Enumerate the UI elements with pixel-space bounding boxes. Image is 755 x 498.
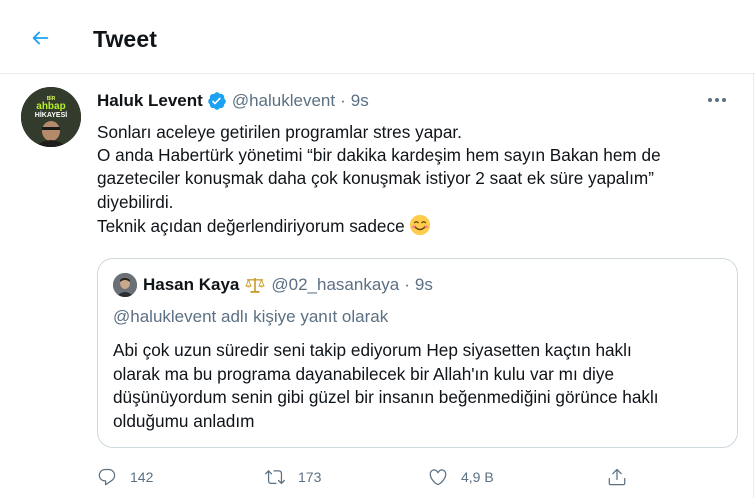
smiling-face-emoji-icon xyxy=(409,214,430,235)
quoted-tweet-header: Hasan Kaya @02_hasankaya · 9s xyxy=(113,273,433,297)
more-options-button[interactable] xyxy=(706,91,728,109)
replying-to-text: @haluklevent adlı kişiye yanıt olarak xyxy=(113,307,389,326)
share-button[interactable] xyxy=(607,462,627,492)
tweet-text-line: O anda Habertürk yönetimi “bir dakika ka… xyxy=(97,145,661,166)
share-icon xyxy=(608,468,626,486)
quoted-author-avatar xyxy=(113,273,137,297)
quoted-tweet-text: Abi çok uzun süredir seni takip ediyorum… xyxy=(113,339,728,433)
quoted-author-handle: @02_hasankaya xyxy=(271,275,400,294)
tweet-actions: 142 173 4,9 B xyxy=(97,462,737,492)
avatar-text-bottom: HİKAYESİ xyxy=(35,111,67,119)
like-count: 4,9 B xyxy=(461,469,494,485)
quoted-text-line: düşünüyordum senin gibi güzel bir insanı… xyxy=(113,387,659,408)
tweet-header: Haluk Levent @haluklevent · 9s xyxy=(97,89,369,113)
quoted-text-line: Abi çok uzun süredir seni takip ediyorum… xyxy=(113,340,632,360)
column-divider xyxy=(753,74,754,498)
author-name[interactable]: Haluk Levent xyxy=(97,91,203,111)
quoted-tweet[interactable]: Hasan Kaya @02_hasankaya · 9s @halukleve… xyxy=(97,258,738,448)
tweet-text-line-last: Teknik açıdan değerlendiriyorum sadece xyxy=(97,214,737,238)
heart-icon xyxy=(429,469,447,486)
tweet-text-line: Teknik açıdan değerlendiriyorum sadece xyxy=(97,215,405,236)
avatar-text-mid: ahbap xyxy=(36,101,65,112)
author-avatar[interactable]: BİR ahbap HİKAYESİ xyxy=(21,87,81,147)
verified-badge-icon xyxy=(207,91,227,111)
reply-icon xyxy=(98,468,116,486)
tweet-text-line: Sonları aceleye getirilen programlar str… xyxy=(97,122,462,142)
more-dots-icon xyxy=(708,98,726,102)
reply-count: 142 xyxy=(130,469,154,485)
tweet-text-line: diyebilirdi. xyxy=(97,191,174,212)
back-arrow-icon xyxy=(32,31,49,45)
retweet-button[interactable]: 173 xyxy=(265,462,321,492)
back-button[interactable] xyxy=(22,20,58,56)
retweet-count: 173 xyxy=(298,469,322,485)
avatar-image: BİR ahbap HİKAYESİ xyxy=(21,87,81,147)
quoted-tweet-time: 9s xyxy=(414,275,433,294)
reply-button[interactable]: 142 xyxy=(97,462,153,492)
quoted-author-name: Hasan Kaya xyxy=(143,275,240,294)
top-bar: Tweet xyxy=(0,0,755,74)
like-button[interactable]: 4,9 B xyxy=(428,462,494,492)
quoted-text-line: olarak ma bu programa dayanabilecek bir … xyxy=(113,363,615,384)
retweet-icon xyxy=(265,470,285,485)
header-separator: · xyxy=(340,91,346,110)
tweet-text-line: gazeteciler konuşmak daha çok konuşmak i… xyxy=(97,168,654,189)
author-handle[interactable]: @haluklevent xyxy=(232,91,335,111)
quoted-text-line: olduğumu anladım xyxy=(113,410,255,431)
page-title: Tweet xyxy=(93,26,157,52)
balance-scale-emoji-icon xyxy=(245,276,266,294)
tweet-time[interactable]: 9s xyxy=(351,91,369,111)
tweet-text: Sonları aceleye getirilen programlar str… xyxy=(97,121,737,238)
quoted-header-separator: · xyxy=(404,275,410,294)
